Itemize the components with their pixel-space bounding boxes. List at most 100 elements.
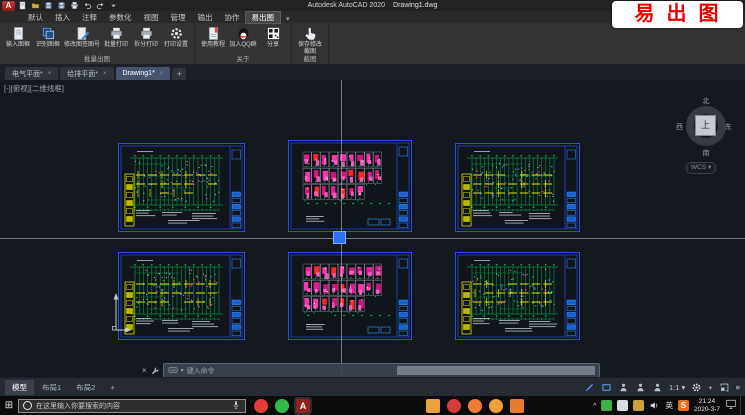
- wcs-dropdown[interactable]: WCS ▾: [686, 162, 716, 174]
- start-button[interactable]: ⊞: [0, 396, 18, 415]
- tray-expand-icon[interactable]: ^: [593, 401, 597, 410]
- display-tray-icon[interactable]: [725, 397, 737, 415]
- viewcube-north[interactable]: 北: [677, 96, 735, 106]
- taskbar-clock[interactable]: 21:24 2020-3-7: [694, 398, 720, 413]
- mic-icon[interactable]: [231, 397, 241, 415]
- file-tab-电气平面*[interactable]: 电气平面*×: [5, 67, 58, 80]
- volume-tray-icon[interactable]: [649, 400, 660, 411]
- viewcube-west[interactable]: 西: [676, 122, 683, 132]
- ribbon-button-分享[interactable]: 分享: [258, 24, 288, 49]
- file-tab-Drawing1*[interactable]: Drawing1* ×: [116, 67, 171, 80]
- new-file-icon[interactable]: [18, 1, 27, 10]
- viewcube-top-face[interactable]: 上: [695, 115, 716, 136]
- customize-wrench-icon[interactable]: [150, 366, 160, 376]
- drawing-sheet-plan[interactable]: [118, 143, 245, 232]
- files-app-icon[interactable]: [426, 399, 440, 413]
- viewport-controls[interactable]: [-][俯视][二维线框]: [4, 83, 64, 94]
- ribbon-button-拆分打印[interactable]: 拆分打印: [131, 24, 161, 49]
- sogou-tray-icon[interactable]: S: [678, 400, 689, 411]
- drawing-canvas[interactable]: [-][俯视][二维线框] 北 西 东 南 上 WCS ▾ × ▾ 键入命: [0, 80, 745, 377]
- floppy-glyph: [44, 1, 53, 10]
- file-tab-给排平面*[interactable]: 给排平面*×: [60, 67, 113, 80]
- workspace-gear-icon[interactable]: [691, 382, 702, 393]
- drawing-sheet-plan[interactable]: [455, 252, 580, 340]
- command-input[interactable]: ▾ 键入命令: [163, 363, 600, 377]
- close-icon[interactable]: ×: [160, 71, 164, 77]
- annotation-scale-value[interactable]: 1:1 ▾: [669, 383, 685, 392]
- music-app-icon[interactable]: [254, 399, 268, 413]
- ribbon-panel-title: 截图: [292, 53, 328, 63]
- person-glyph: [652, 382, 663, 393]
- ribbon-button-label: 修改图签图号: [64, 42, 100, 49]
- ribbon-tab-插入[interactable]: 插入: [49, 12, 76, 23]
- ribbon-button-加入QQ群[interactable]: 加入QQ群: [228, 24, 258, 49]
- file-tab-label: Drawing1*: [123, 70, 155, 77]
- ribbon-state-icon[interactable]: ▾: [286, 15, 290, 23]
- viewcube-south[interactable]: 南: [677, 148, 735, 158]
- ribbon-tab-参数化[interactable]: 参数化: [103, 12, 138, 23]
- qat-dropdown-icon[interactable]: [109, 1, 118, 10]
- annotation-scale-person-icon[interactable]: [652, 382, 663, 393]
- close-icon[interactable]: ×: [48, 71, 52, 77]
- ribbon-panel-title: 批量出图: [0, 53, 194, 63]
- notes-tray-icon[interactable]: [617, 400, 628, 411]
- ribbon-tab-易出图[interactable]: 易出图: [246, 12, 281, 23]
- office-app-icon[interactable]: [510, 399, 524, 413]
- undo-icon[interactable]: [83, 1, 92, 10]
- red-badge-app-icon[interactable]: [447, 399, 461, 413]
- language-indicator[interactable]: 英: [665, 400, 673, 411]
- new-drawing-tab-button[interactable]: +: [172, 68, 186, 80]
- security-tray-icon[interactable]: [601, 400, 612, 411]
- command-line[interactable]: × ▾ 键入命令: [142, 363, 600, 377]
- command-placeholder: 键入命令: [187, 366, 215, 376]
- save-icon[interactable]: [44, 1, 53, 10]
- layout-tab-布局1[interactable]: 布局1: [35, 380, 68, 395]
- autocad-logo-icon[interactable]: A: [2, 1, 15, 11]
- snap-mode-icon[interactable]: [601, 382, 612, 393]
- customization-menu-icon[interactable]: ≡: [736, 383, 740, 392]
- annotation-visibility-icon[interactable]: [618, 382, 629, 393]
- viewcube[interactable]: 北 西 东 南 上 WCS ▾: [677, 94, 735, 178]
- autoscale-icon[interactable]: [635, 382, 646, 393]
- ribbon-button-输入图框[interactable]: 输入图框: [3, 24, 33, 49]
- close-icon[interactable]: ×: [142, 363, 147, 377]
- ribbon-panel-关于: 使用教程加入QQ群分享关于: [195, 23, 292, 64]
- clean-screen-icon[interactable]: [719, 382, 730, 393]
- wechat-app-icon[interactable]: [275, 399, 289, 413]
- drawing-sheet-plan[interactable]: [455, 143, 580, 232]
- redo-icon[interactable]: [96, 1, 105, 10]
- layout-tab-布局2[interactable]: 布局2: [69, 380, 102, 395]
- drive-tray-icon[interactable]: [633, 400, 644, 411]
- search-app-icon[interactable]: [489, 399, 503, 413]
- ribbon-button-保存修改截图[interactable]: 保存修改截图: [295, 24, 325, 55]
- page-icon: [11, 25, 26, 42]
- plus-icon[interactable]: +: [708, 383, 712, 392]
- ribbon-button-识别图框[interactable]: 识别图框: [33, 24, 63, 49]
- open-folder-icon[interactable]: [31, 1, 40, 10]
- ribbon-button-批量打印[interactable]: 批量打印: [101, 24, 131, 49]
- ribbon-tab-默认[interactable]: 默认: [22, 12, 49, 23]
- ribbon-button-修改图签图号[interactable]: 修改图签图号: [63, 24, 101, 49]
- ribbon-button-打印设置[interactable]: 打印设置: [161, 24, 191, 49]
- layout-tab-模型[interactable]: 模型: [5, 380, 34, 395]
- layout-tab-+[interactable]: +: [103, 381, 121, 394]
- ribbon-tab-输出[interactable]: 输出: [192, 12, 219, 23]
- drawing-sheet-plan[interactable]: [118, 252, 245, 340]
- drawing-sheet-detail[interactable]: [288, 252, 412, 340]
- close-icon[interactable]: ×: [103, 71, 107, 77]
- orange-app-icon[interactable]: [468, 399, 482, 413]
- ribbon-button-使用教程[interactable]: 使用教程: [198, 24, 228, 49]
- ribbon-tab-视图[interactable]: 视图: [138, 12, 165, 23]
- viewcube-east[interactable]: 东: [725, 122, 732, 132]
- save-as-icon[interactable]: [57, 1, 66, 10]
- ribbon-tab-管理[interactable]: 管理: [165, 12, 192, 23]
- ortho-mode-icon[interactable]: [584, 382, 595, 393]
- gear-glyph: [169, 26, 184, 41]
- autocad-app-icon[interactable]: A: [296, 399, 310, 413]
- ribbon-tab-注释[interactable]: 注释: [76, 12, 103, 23]
- ribbon-tab-协作[interactable]: 协作: [219, 12, 246, 23]
- drawing-sheet-detail[interactable]: [288, 140, 412, 232]
- show-desktop-button[interactable]: [740, 396, 745, 415]
- plot-icon[interactable]: [70, 1, 79, 10]
- taskbar-search[interactable]: 在这里输入你要搜索的内容: [18, 399, 246, 413]
